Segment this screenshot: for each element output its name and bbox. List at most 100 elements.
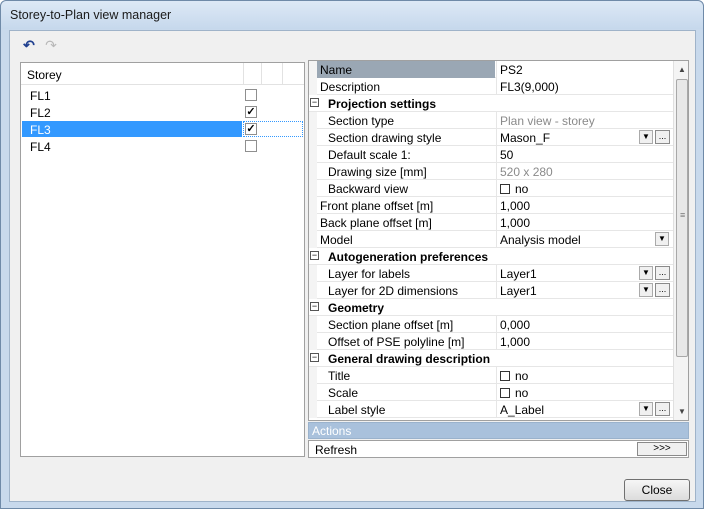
section-autogeneration-preferences[interactable]: − Autogeneration preferences — [309, 248, 673, 265]
prop-row-description[interactable]: Description FL3(9,000) — [309, 78, 673, 95]
scroll-thumb[interactable]: ≡ — [676, 79, 688, 357]
prop-value-cell[interactable]: no — [496, 384, 673, 401]
prop-label: Description — [320, 80, 381, 94]
chevron-down-icon[interactable]: ▼ — [655, 232, 669, 246]
refresh-label: Refresh — [315, 443, 358, 457]
ellipsis-icon[interactable]: ... — [655, 130, 670, 144]
section-title: Autogeneration preferences — [328, 250, 489, 264]
checkbox[interactable] — [500, 371, 510, 381]
storey-list-header: Storey — [21, 63, 304, 85]
section-geometry[interactable]: − Geometry — [309, 299, 673, 316]
prop-label: Title — [328, 369, 351, 383]
storey-row-fl2[interactable]: FL2 ✓ — [21, 104, 304, 121]
prop-value[interactable]: 0,000 — [496, 316, 673, 333]
row-gutter — [309, 197, 317, 214]
prop-row-drawing-size[interactable]: Drawing size [mm] 520 x 280 — [309, 163, 673, 180]
checkbox[interactable] — [500, 388, 510, 398]
row-gutter — [309, 129, 317, 146]
prop-row-layer-2d[interactable]: Layer for 2D dimensions Layer1 ▼ ... — [309, 282, 673, 299]
section-value-blank — [496, 299, 673, 316]
storey-name: FL1 — [30, 89, 51, 103]
checkbox-label: no — [515, 369, 529, 383]
vertical-scrollbar[interactable]: ▲ ≡ ▼ — [673, 61, 688, 420]
prop-row-name[interactable]: Name PS2 — [309, 61, 673, 78]
prop-row-front-plane-offset[interactable]: Front plane offset [m] 1,000 — [309, 197, 673, 214]
prop-label: Default scale 1: — [328, 148, 411, 162]
column-separator — [261, 63, 262, 85]
row-gutter — [309, 146, 317, 163]
ellipsis-icon[interactable]: ... — [655, 402, 670, 416]
prop-label: Back plane offset [m] — [320, 216, 432, 230]
prop-row-default-scale[interactable]: Default scale 1: 50 — [309, 146, 673, 163]
storey-name: FL4 — [30, 140, 51, 154]
storey-checkbox[interactable] — [245, 140, 257, 152]
prop-value[interactable]: Analysis model — [496, 231, 673, 248]
prop-value[interactable]: 1,000 — [496, 333, 673, 350]
prop-row-section-drawing-style[interactable]: Section drawing style Mason_F ▼ ... — [309, 129, 673, 146]
prop-row-back-plane-offset[interactable]: Back plane offset [m] 1,000 — [309, 214, 673, 231]
storey-row-fl1[interactable]: FL1 — [21, 87, 304, 104]
storey-checkbox[interactable]: ✓ — [245, 123, 257, 135]
row-gutter — [309, 401, 317, 418]
row-gutter — [309, 231, 317, 248]
property-grid: Name PS2 Description FL3(9,000) − Projec… — [308, 60, 689, 421]
row-gutter — [309, 265, 317, 282]
prop-row-model[interactable]: Model Analysis model ▼ — [309, 231, 673, 248]
row-gutter — [309, 384, 317, 401]
storey-list: Storey FL1 FL2 ✓ FL3 ✓ FL4 — [20, 62, 305, 457]
prop-value-cell[interactable]: no — [496, 180, 673, 197]
redo-icon[interactable]: ↷ — [42, 37, 60, 53]
actions-header: Actions — [308, 422, 689, 439]
prop-value[interactable]: FL3(9,000) — [496, 78, 673, 95]
prop-value[interactable]: 1,000 — [496, 197, 673, 214]
prop-row-section-plane-offset[interactable]: Section plane offset [m] 0,000 — [309, 316, 673, 333]
actions-title: Actions — [312, 424, 352, 438]
section-title: Geometry — [328, 301, 385, 315]
prop-row-label-style[interactable]: Label style A_Label ▼ ... — [309, 401, 673, 418]
storey-row-fl3[interactable]: FL3 ✓ — [21, 121, 304, 138]
column-separator — [243, 63, 244, 85]
prop-value[interactable]: PS2 — [496, 61, 673, 78]
chevron-down-icon[interactable]: ▼ — [639, 130, 653, 144]
storey-column-header[interactable]: Storey — [27, 68, 62, 82]
ellipsis-icon[interactable]: ... — [655, 266, 670, 280]
chevron-down-icon[interactable]: ▼ — [639, 283, 653, 297]
row-gutter — [309, 316, 317, 333]
section-projection-settings[interactable]: − Projection settings — [309, 95, 673, 112]
scroll-up-icon[interactable]: ▲ — [674, 62, 688, 77]
prop-row-backward-view[interactable]: Backward view no — [309, 180, 673, 197]
prop-value-cell[interactable]: no — [496, 367, 673, 384]
storey-checkbox[interactable] — [245, 89, 257, 101]
title-bar: Storey-to-Plan view manager — [1, 1, 703, 29]
prop-value[interactable]: 1,000 — [496, 214, 673, 231]
action-row-refresh[interactable]: Refresh >>> — [308, 440, 689, 458]
grip-icon: ≡ — [680, 210, 686, 220]
scroll-down-icon[interactable]: ▼ — [674, 404, 688, 419]
selection-highlight — [22, 121, 242, 137]
undo-icon[interactable]: ↶ — [20, 37, 38, 53]
chevron-down-icon[interactable]: ▼ — [639, 266, 653, 280]
chevron-down-icon[interactable]: ▼ — [639, 402, 653, 416]
checkbox[interactable] — [500, 184, 510, 194]
storey-name: FL2 — [30, 106, 51, 120]
prop-row-scale[interactable]: Scale no — [309, 384, 673, 401]
close-button[interactable]: Close — [624, 479, 690, 501]
ellipsis-icon[interactable]: ... — [655, 283, 670, 297]
prop-value[interactable]: 50 — [496, 146, 673, 163]
prop-label: Backward view — [328, 182, 409, 196]
prop-label: Layer for labels — [328, 267, 411, 281]
prop-value: Plan view - storey — [496, 112, 673, 129]
section-general-drawing-description[interactable]: − General drawing description — [309, 350, 673, 367]
prop-row-title[interactable]: Title no — [309, 367, 673, 384]
row-gutter — [309, 112, 317, 129]
checkbox-label: no — [515, 386, 529, 400]
prop-row-pse-offset[interactable]: Offset of PSE polyline [m] 1,000 — [309, 333, 673, 350]
section-title: General drawing description — [328, 352, 491, 366]
storey-row-fl4[interactable]: FL4 — [21, 138, 304, 155]
prop-row-section-type[interactable]: Section type Plan view - storey — [309, 112, 673, 129]
prop-label: Front plane offset [m] — [320, 199, 434, 213]
refresh-button[interactable]: >>> — [637, 442, 687, 456]
storey-checkbox[interactable]: ✓ — [245, 106, 257, 118]
prop-row-layer-labels[interactable]: Layer for labels Layer1 ▼ ... — [309, 265, 673, 282]
checkbox-label: no — [515, 182, 529, 196]
